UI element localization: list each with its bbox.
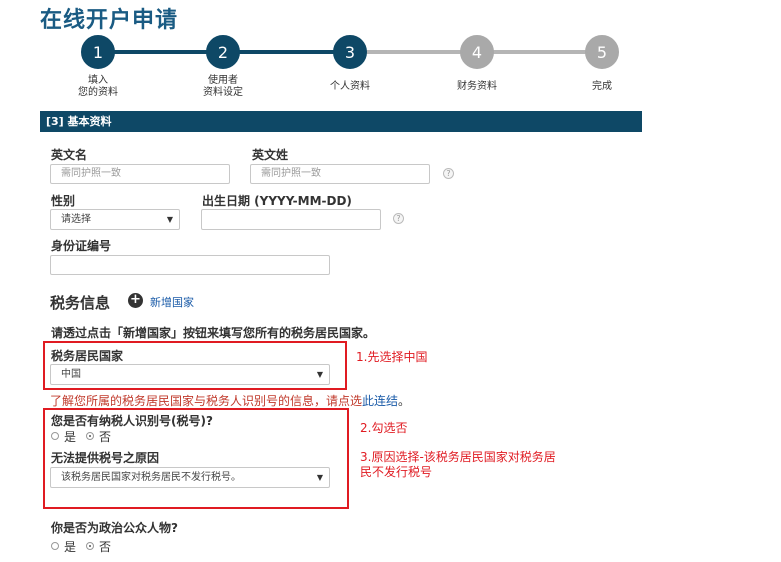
add-country-link[interactable]: 新增国家 <box>150 294 194 310</box>
has-tin-no-label: 否 <box>99 430 112 444</box>
last-name-label: 英文姓 <box>252 148 289 162</box>
has-tin-yes-label: 是 <box>64 430 77 444</box>
pep-yes-radio[interactable] <box>51 542 59 550</box>
annotation-note-3-line1: 3.原因选择-该税务居民国家对税务居 <box>360 450 556 464</box>
no-tin-reason-select[interactable]: 该税务居民国家对税务居民不发行税号。 ▼ <box>50 467 330 488</box>
no-tin-reason-value: 该税务居民国家对税务居民不发行税号。 <box>61 472 241 483</box>
has-tin-no-radio[interactable] <box>86 432 94 440</box>
annotation-note-3: 3.原因选择-该税务居民国家对税务居 民不发行税号 <box>360 450 556 480</box>
step-1-label-line2: 您的资料 <box>78 87 118 98</box>
annotation-note-1: 1.先选择中国 <box>356 350 428 364</box>
step-2-label-line2: 资料设定 <box>203 87 243 98</box>
step-4-circle: 4 <box>460 35 494 69</box>
tax-info-text: 了解您所属的税务居民国家与税务人识别号的信息，请点选此连结。 <box>50 392 410 409</box>
step-1-circle: 1 <box>81 35 115 69</box>
step-2-number: 2 <box>217 42 229 62</box>
annotation-note-2: 2.勾选否 <box>360 421 408 435</box>
step-3-number: 3 <box>344 42 356 62</box>
tax-residence-label: 税务居民国家 <box>51 349 124 363</box>
pep-no-label: 否 <box>99 540 112 554</box>
dob-label: 出生日期 (YYYY-MM-DD) <box>202 194 352 208</box>
gender-select[interactable]: 请选择 ▼ <box>50 209 180 230</box>
help-icon[interactable]: ? <box>443 168 454 179</box>
tax-info-link[interactable]: 此连结 <box>362 394 398 408</box>
step-4-number: 4 <box>471 42 483 62</box>
tax-residence-value: 中国 <box>61 369 81 380</box>
step-5-circle: 5 <box>585 35 619 69</box>
has-tin-yes-radio[interactable] <box>51 432 59 440</box>
step-1-label-line1: 填入 <box>88 75 108 86</box>
has-tin-question: 您是否有纳税人识别号(税号)? <box>51 414 213 428</box>
page-title: 在线开户申请 <box>40 8 179 33</box>
step-1-label: 填入 您的资料 <box>53 75 143 99</box>
annotation-note-3-line2: 民不发行税号 <box>360 465 433 479</box>
id-number-input[interactable] <box>50 255 330 275</box>
gender-select-value: 请选择 <box>61 214 91 225</box>
tax-info-heading: 税务信息 <box>50 294 111 312</box>
step-2-circle: 2 <box>206 35 240 69</box>
tax-residence-select[interactable]: 中国 ▼ <box>50 364 330 385</box>
step-2-label-line1: 使用者 <box>208 75 238 86</box>
step-3-circle: 3 <box>333 35 367 69</box>
help-icon[interactable]: ? <box>393 213 404 224</box>
step-3-label: 个人资料 <box>330 81 370 92</box>
step-5-number: 5 <box>596 42 608 62</box>
no-tin-reason-label: 无法提供税号之原因 <box>51 451 160 465</box>
add-circle-icon[interactable]: + <box>128 293 143 308</box>
pep-no-radio[interactable] <box>86 542 94 550</box>
first-name-input[interactable]: 需同护照一致 <box>50 164 230 184</box>
pep-yes-label: 是 <box>64 540 77 554</box>
step-2-label: 使用者 资料设定 <box>178 75 268 99</box>
last-name-input[interactable]: 需同护照一致 <box>250 164 430 184</box>
step-4-label: 财务资料 <box>457 81 497 92</box>
chevron-down-icon: ▼ <box>316 370 323 379</box>
step-1-number: 1 <box>92 42 104 62</box>
id-number-label: 身份证编号 <box>51 239 112 253</box>
tax-info-message: 了解您所属的税务居民国家与税务人识别号的信息，请点选 <box>50 394 363 408</box>
gender-label: 性别 <box>51 194 76 208</box>
step-5-label: 完成 <box>592 81 612 92</box>
dob-input[interactable] <box>201 209 381 230</box>
tax-info-end: 。 <box>398 394 411 408</box>
chevron-down-icon: ▼ <box>316 473 323 482</box>
first-name-label: 英文名 <box>51 148 88 162</box>
tax-instruction: 请透过点击「新增国家」按钮来填写您所有的税务居民国家。 <box>51 326 376 340</box>
pep-question: 你是否为政治公众人物? <box>51 521 178 535</box>
section-header: [3] 基本资料 <box>40 111 642 132</box>
chevron-down-icon: ▼ <box>166 215 173 224</box>
